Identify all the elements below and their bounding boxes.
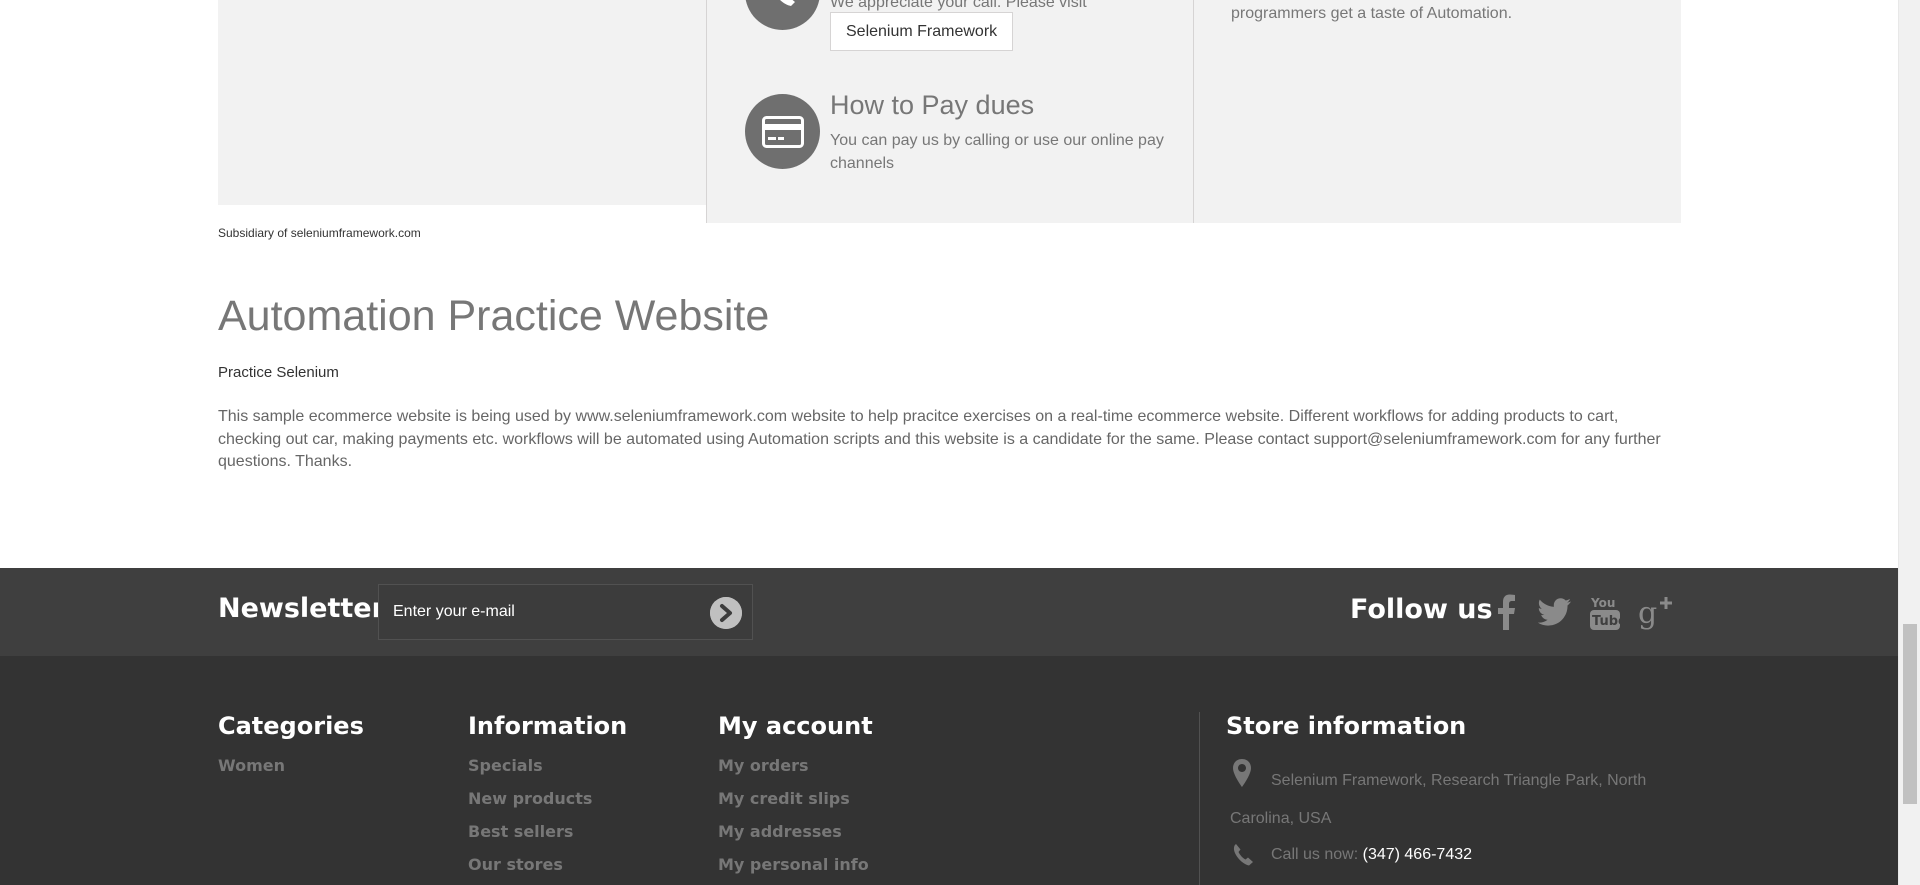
newsletter-form [378, 584, 753, 640]
footer-link-my-credit-slips[interactable]: My credit slips [718, 788, 869, 821]
store-address-text: Selenium Framework, Research Triangle Pa… [1230, 772, 1647, 827]
subsidiary-text: Subsidiary of seleniumframework.com [218, 226, 421, 240]
footer-link-my-personal-info[interactable]: My personal info [718, 854, 869, 885]
twitter-icon[interactable] [1535, 590, 1575, 634]
footer-categories-list: Women [218, 755, 285, 788]
scrollbar-thumb[interactable] [1903, 624, 1917, 804]
store-address: Selenium Framework, Research Triangle Pa… [1230, 762, 1670, 838]
store-information-title: Store information [1226, 712, 1467, 740]
footer-link-women[interactable]: Women [218, 755, 285, 788]
info-right-panel [1194, 0, 1681, 223]
page-description: This sample ecommerce website is being u… [218, 408, 1661, 470]
phone-circle-icon [745, 0, 820, 30]
page-subtitle: Practice Selenium [218, 364, 339, 381]
footer-information-title: Information [468, 712, 628, 740]
newsletter-email-input[interactable] [393, 585, 693, 639]
call-text: We appreciate your call. Please visit [830, 0, 1087, 11]
svg-text:Tube: Tube [1592, 614, 1621, 629]
info-block: We appreciate your call. Please visit Se… [218, 0, 1681, 223]
pay-dues-title: How to Pay dues [830, 90, 1035, 120]
svg-text:g: g [1638, 596, 1657, 631]
store-divider [1199, 712, 1200, 885]
call-us-label: Call us now: [1271, 846, 1359, 863]
footer-link-best-sellers[interactable]: Best sellers [468, 821, 592, 854]
chevron-right-icon [710, 597, 742, 629]
youtube-icon[interactable]: You Tube [1585, 590, 1625, 634]
info-left-panel [218, 0, 706, 205]
newsletter-title: Newsletter [218, 593, 385, 624]
footer-link-my-orders[interactable]: My orders [718, 755, 869, 788]
follow-us-title: Follow us [1350, 594, 1493, 625]
footer-link-my-addresses[interactable]: My addresses [718, 821, 869, 854]
credit-card-icon [745, 94, 820, 169]
footer-link-our-stores[interactable]: Our stores [468, 854, 592, 885]
footer-account-list: My orders My credit slips My addresses M… [718, 755, 869, 885]
footer-link-specials[interactable]: Specials [468, 755, 592, 788]
facebook-icon[interactable] [1486, 590, 1526, 634]
selenium-framework-button[interactable]: Selenium Framework [830, 12, 1014, 51]
page-title: Automation Practice Website [218, 292, 770, 340]
footer-account-title: My account [718, 712, 873, 740]
store-call: Call us now: (347) 466-7432 [1230, 846, 1472, 864]
automation-text: programmers get a taste of Automation. [1231, 5, 1513, 22]
footer-information-list: Specials New products Best sellers Our s… [468, 755, 592, 885]
google-plus-icon[interactable]: g [1636, 590, 1676, 634]
pay-dues-description: You can pay us by calling or use our onl… [830, 132, 1164, 172]
newsletter-submit-button[interactable] [710, 597, 742, 629]
footer-categories-title: Categories [218, 712, 364, 740]
footer-link-new-products[interactable]: New products [468, 788, 592, 821]
store-phone-number[interactable]: (347) 466-7432 [1363, 846, 1472, 863]
svg-text:You: You [1590, 596, 1615, 610]
page-scrollbar[interactable] [1898, 0, 1920, 885]
